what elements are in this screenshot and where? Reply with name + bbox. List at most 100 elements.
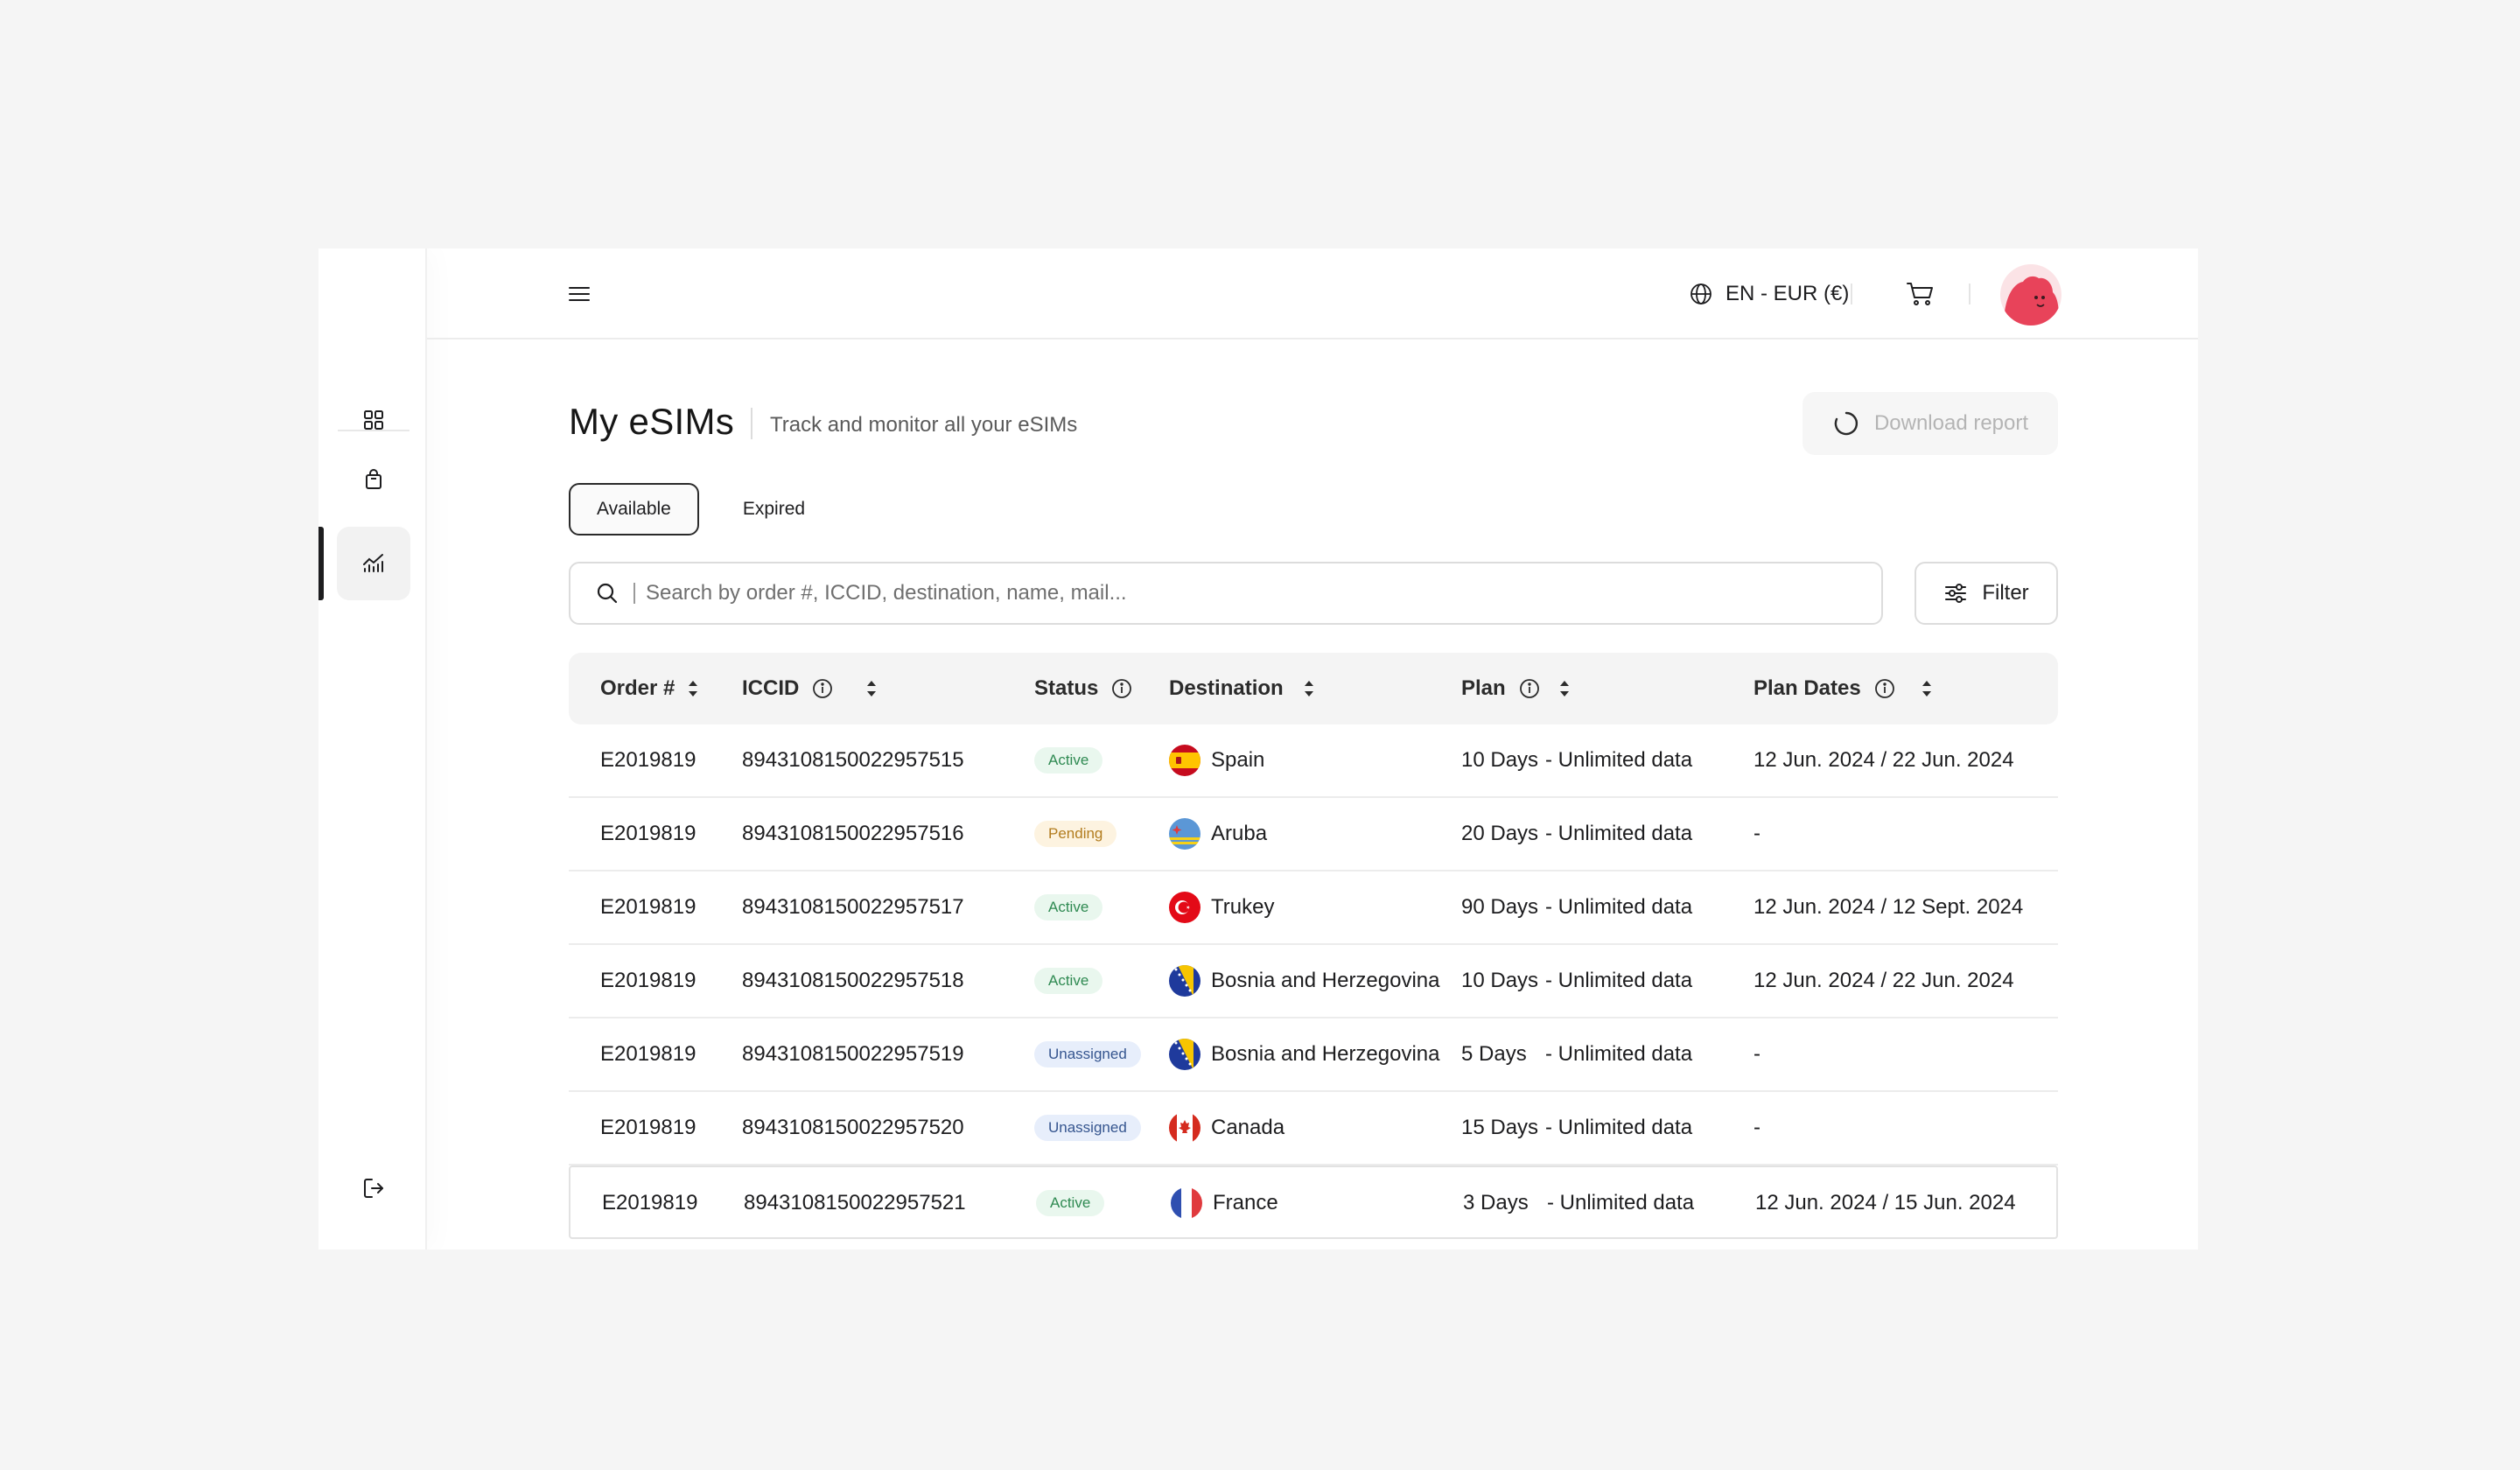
chart-icon xyxy=(363,554,383,572)
tab-available[interactable]: Available xyxy=(569,483,699,536)
ca-flag-icon xyxy=(1169,1112,1200,1144)
tab-label: Available xyxy=(597,499,671,519)
sidebar-item-esims[interactable] xyxy=(337,527,410,600)
destination-name: Bosnia and Herzegovina xyxy=(1211,1042,1440,1066)
table-row[interactable]: E2019819 8943108150022957519 Unassigned … xyxy=(569,1018,2058,1092)
destination-name: France xyxy=(1213,1191,1278,1214)
iccid-value: 8943108150022957516 xyxy=(742,822,964,845)
iccid-cell: 8943108150022957517 xyxy=(742,872,964,943)
info-icon[interactable] xyxy=(811,677,834,700)
plan-dates: 12 Jun. 2024 / 12 Sept. 2024 xyxy=(1754,895,2024,919)
plan-dates: - xyxy=(1754,1042,1760,1066)
sort-icon[interactable] xyxy=(1558,679,1571,698)
table-row[interactable]: E2019819 8943108150022957518 Active Bosn… xyxy=(569,945,2058,1018)
sidebar-active-indicator xyxy=(318,527,324,600)
iccid-cell: 8943108150022957516 xyxy=(742,798,964,870)
language-currency-selector[interactable]: EN - EUR (€) xyxy=(1689,275,1849,313)
iccid-cell: 8943108150022957520 xyxy=(742,1092,964,1164)
info-icon[interactable] xyxy=(1518,677,1541,700)
es-flag-icon xyxy=(1169,745,1200,776)
header-divider xyxy=(1851,284,1852,304)
sort-icon[interactable] xyxy=(1303,679,1315,698)
menu-icon xyxy=(569,287,590,301)
column-header-order[interactable]: Order # xyxy=(600,653,699,724)
table-row[interactable]: E2019819 8943108150022957521 Active Fran… xyxy=(569,1166,2058,1239)
table-row[interactable] xyxy=(569,1239,2058,1250)
destination-cell: Spain xyxy=(1169,724,1264,796)
sort-icon[interactable] xyxy=(1921,679,1933,698)
iccid-cell: 8943108150022957518 xyxy=(742,945,964,1017)
destination-cell: Canada xyxy=(1169,1092,1284,1164)
plan-days: 3 Days xyxy=(1463,1191,1529,1214)
search-icon xyxy=(597,583,618,604)
plan-cell: 20 Days - Unlimited data xyxy=(1461,798,1692,870)
plan-dates-cell: 12 Jun. 2024 / 22 Jun. 2024 xyxy=(1754,724,2014,796)
ba-flag-icon xyxy=(1169,1039,1200,1070)
iccid-value: 8943108150022957517 xyxy=(742,895,964,919)
page-subtitle: Track and monitor all your eSIMs xyxy=(770,413,1078,437)
plan-days: 15 Days xyxy=(1461,1116,1539,1139)
destination-cell: Bosnia and Herzegovina xyxy=(1169,1018,1440,1090)
order-number: E2019819 xyxy=(600,969,696,992)
order-number: E2019819 xyxy=(600,895,696,919)
table-row[interactable]: E2019819 8943108150022957515 Active Spai… xyxy=(569,724,2058,798)
avatar[interactable] xyxy=(2000,264,2062,326)
download-report-button[interactable]: Download report xyxy=(1802,392,2058,455)
order-number: E2019819 xyxy=(600,1042,696,1066)
plan-data: - Unlimited data xyxy=(1545,969,1693,992)
menu-button[interactable] xyxy=(567,282,592,306)
plan-cell: 90 Days - Unlimited data xyxy=(1461,872,1692,943)
sidebar-logout[interactable] xyxy=(337,1152,410,1225)
destination-name: Bosnia and Herzegovina xyxy=(1211,969,1440,992)
plan-days: 10 Days xyxy=(1461,748,1539,772)
column-label: Plan Dates xyxy=(1754,676,1861,700)
column-label: Order # xyxy=(600,676,676,700)
info-icon[interactable] xyxy=(1873,677,1896,700)
plan-data: - Unlimited data xyxy=(1545,1042,1693,1066)
plan-cell: 10 Days - Unlimited data xyxy=(1461,945,1692,1017)
status-cell: Active xyxy=(1034,872,1103,943)
column-header-plan-dates[interactable]: Plan Dates xyxy=(1754,653,1933,724)
plan-data: - Unlimited data xyxy=(1545,1116,1693,1139)
language-currency-label: EN - EUR (€) xyxy=(1726,282,1850,305)
sidebar-item-shop[interactable] xyxy=(337,443,410,516)
cart-icon xyxy=(1907,283,1933,305)
cart-button[interactable] xyxy=(1906,280,1936,308)
plan-cell: 5 Days - Unlimited data xyxy=(1461,1018,1692,1090)
info-icon[interactable] xyxy=(1110,677,1133,700)
order-cell: E2019819 xyxy=(600,1092,696,1164)
column-header-status[interactable]: Status xyxy=(1034,653,1133,724)
status-badge: Unassigned xyxy=(1034,1115,1141,1141)
destination-cell: France xyxy=(1171,1167,1278,1239)
status-cell: Pending xyxy=(1034,798,1117,870)
filter-button[interactable]: Filter xyxy=(1914,562,2058,625)
tab-expired[interactable]: Expired xyxy=(717,483,831,536)
page-title: My eSIMs xyxy=(569,401,735,442)
table-row[interactable]: E2019819 8943108150022957520 Unassigned … xyxy=(569,1092,2058,1166)
ba-flag-icon xyxy=(1169,965,1200,997)
column-header-destination[interactable]: Destination xyxy=(1169,653,1315,724)
download-report-label: Download report xyxy=(1873,411,2029,435)
iccid-value: 8943108150022957521 xyxy=(744,1191,966,1214)
search-input[interactable]: Search by order #, ICCID, destination, n… xyxy=(569,562,1883,625)
sliders-icon xyxy=(1945,584,1967,603)
iccid-cell: 8943108150022957521 xyxy=(744,1167,966,1239)
plan-dates: 12 Jun. 2024 / 15 Jun. 2024 xyxy=(1755,1191,2016,1214)
iccid-value: 8943108150022957519 xyxy=(742,1042,964,1066)
column-header-plan[interactable]: Plan xyxy=(1461,653,1571,724)
column-label: Plan xyxy=(1461,676,1506,700)
destination-name: Trukey xyxy=(1211,895,1275,919)
status-badge: Active xyxy=(1034,968,1103,994)
destination-cell: Bosnia and Herzegovina xyxy=(1169,945,1440,1017)
order-number: E2019819 xyxy=(602,1191,698,1214)
sort-icon[interactable] xyxy=(865,679,878,698)
table-row[interactable]: E2019819 8943108150022957516 Pending Aru… xyxy=(569,798,2058,872)
table-row[interactable]: E2019819 8943108150022957517 Active Truk… xyxy=(569,872,2058,945)
order-cell: E2019819 xyxy=(600,1018,696,1090)
status-cell: Unassigned xyxy=(1034,1018,1141,1090)
column-header-iccid[interactable]: ICCID xyxy=(742,653,878,724)
sort-icon[interactable] xyxy=(687,679,699,698)
plan-data: - Unlimited data xyxy=(1545,748,1693,772)
status-cell: Active xyxy=(1034,945,1103,1017)
plan-days: 10 Days xyxy=(1461,969,1539,992)
